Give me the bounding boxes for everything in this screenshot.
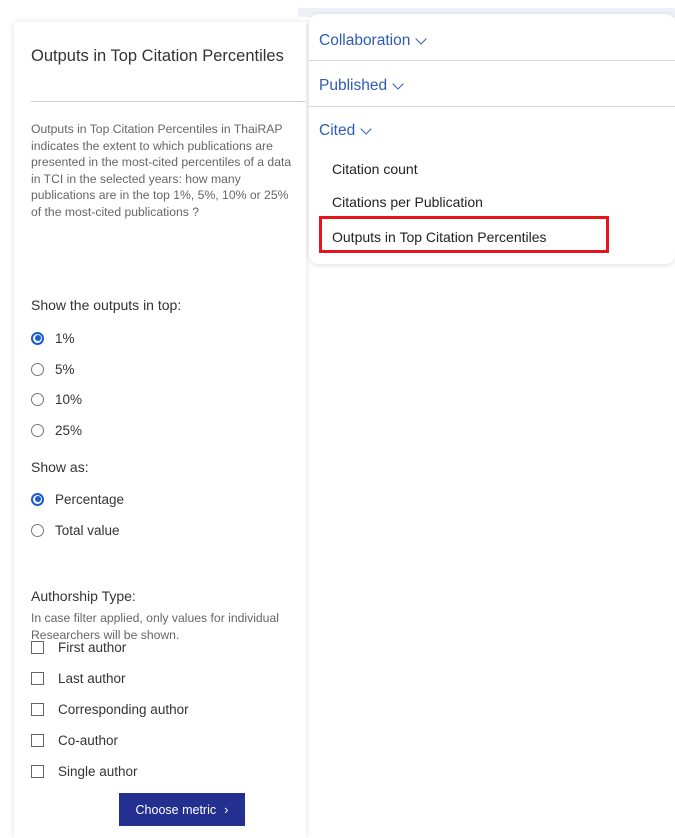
menu-divider xyxy=(309,60,675,61)
checkbox-icon[interactable] xyxy=(31,640,44,654)
choose-metric-button[interactable]: Choose metric › xyxy=(119,793,245,826)
checkbox-label: Co-author xyxy=(58,732,119,748)
checkbox-icon[interactable] xyxy=(31,702,44,716)
radio-top-5[interactable]: 5% xyxy=(31,359,75,379)
radio-label: Percentage xyxy=(55,491,125,507)
menu-section-published[interactable]: Published xyxy=(319,75,404,97)
radio-icon[interactable] xyxy=(31,392,44,406)
checkbox-label: First author xyxy=(58,639,127,655)
title-divider xyxy=(31,101,305,102)
checkbox-single-author[interactable]: Single author xyxy=(31,761,138,781)
radio-label: Total value xyxy=(55,522,120,538)
radio-top-25[interactable]: 25% xyxy=(31,420,82,440)
checkbox-label: Last author xyxy=(58,670,126,686)
menu-section-collaboration[interactable]: Collaboration xyxy=(319,30,428,52)
chevron-down-icon xyxy=(360,122,372,135)
radio-icon[interactable] xyxy=(31,523,44,537)
panel-title: Outputs in Top Citation Percentiles xyxy=(31,47,284,65)
radio-selected-icon[interactable] xyxy=(31,331,44,345)
checkbox-co-author[interactable]: Co-author xyxy=(31,730,118,750)
radio-top-1[interactable]: 1% xyxy=(31,328,75,348)
radio-top-10[interactable]: 10% xyxy=(31,389,82,409)
highlight-annotation-box xyxy=(319,216,609,253)
radio-percentage[interactable]: Percentage xyxy=(31,489,124,509)
menu-item-citation-count[interactable]: Citation count xyxy=(332,161,418,177)
checkbox-corresponding-author[interactable]: Corresponding author xyxy=(31,699,189,719)
menu-item-citations-per-publication[interactable]: Citations per Publication xyxy=(332,194,483,210)
show-as-heading: Show as: xyxy=(31,459,89,475)
radio-selected-icon[interactable] xyxy=(31,492,44,506)
authorship-heading: Authorship Type: xyxy=(31,588,136,604)
checkbox-last-author[interactable]: Last author xyxy=(31,668,126,688)
radio-label: 10% xyxy=(55,391,83,407)
top-outputs-heading: Show the outputs in top: xyxy=(31,297,182,313)
chevron-down-icon xyxy=(392,77,404,90)
metric-description: Outputs in Top Citation Percentiles in T… xyxy=(31,122,292,219)
chevron-down-icon xyxy=(415,32,428,45)
menu-section-cited[interactable]: Cited xyxy=(319,120,372,142)
checkbox-icon[interactable] xyxy=(31,764,44,778)
chevron-right-icon: › xyxy=(224,802,229,817)
menu-divider xyxy=(309,106,675,107)
radio-label: 5% xyxy=(55,361,75,377)
checkbox-icon[interactable] xyxy=(31,733,44,747)
radio-total-value[interactable]: Total value xyxy=(31,520,120,540)
section-label: Collaboration xyxy=(319,32,411,49)
checkbox-label: Single author xyxy=(58,763,138,779)
radio-icon[interactable] xyxy=(31,423,44,437)
radio-icon[interactable] xyxy=(31,362,44,376)
checkbox-icon[interactable] xyxy=(31,671,44,685)
choose-metric-label: Choose metric xyxy=(135,802,217,817)
radio-label: 25% xyxy=(55,422,83,438)
checkbox-first-author[interactable]: First author xyxy=(31,637,126,657)
section-label: Cited xyxy=(319,122,356,139)
section-label: Published xyxy=(319,77,388,94)
checkbox-label: Corresponding author xyxy=(58,701,189,717)
radio-label: 1% xyxy=(55,330,75,346)
metric-settings-panel: Outputs in Top Citation Percentiles Outp… xyxy=(14,22,306,838)
